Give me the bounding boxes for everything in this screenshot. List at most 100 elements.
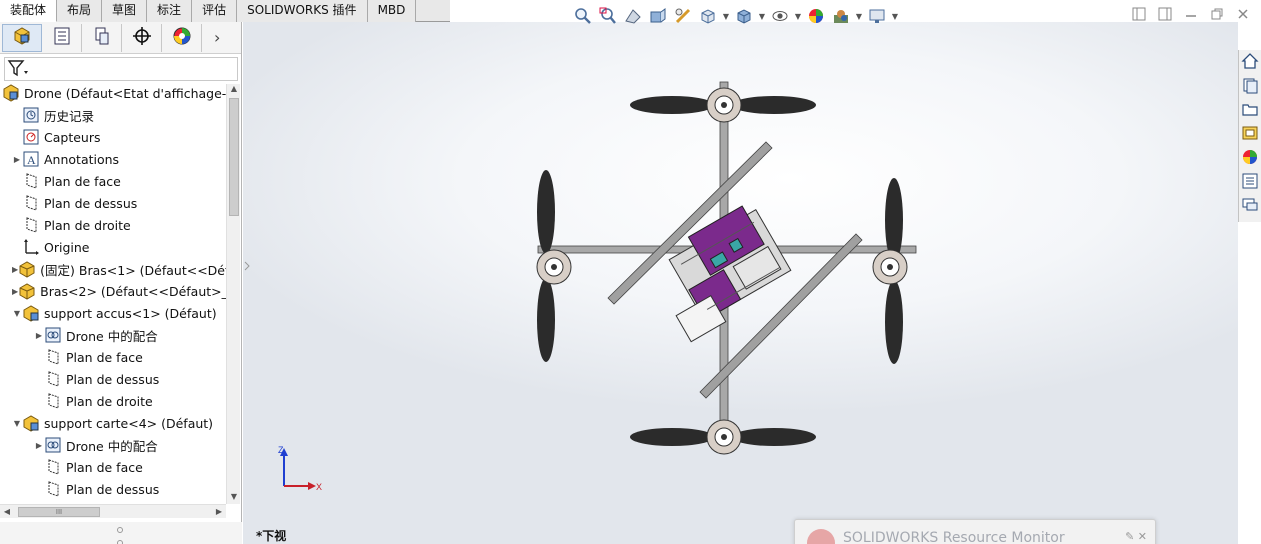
tree-item[interactable]: ▼ support carte<4> (Défaut): [0, 412, 226, 434]
hide-show-items-icon[interactable]: [769, 5, 791, 27]
chevron-right-icon[interactable]: ›: [214, 28, 220, 47]
history-icon: [22, 106, 40, 124]
feature-manager-tab[interactable]: [2, 23, 42, 52]
panel-right-icon[interactable]: [1157, 6, 1173, 22]
minimize-icon[interactable]: [1183, 6, 1199, 22]
part-icon: [18, 260, 36, 278]
panel-resize-grip-icon[interactable]: [0, 522, 242, 544]
home-icon[interactable]: [1239, 50, 1261, 72]
property-manager-tab[interactable]: [42, 23, 82, 52]
edit-appearance-icon[interactable]: [805, 5, 827, 27]
dimxpert-manager-tab[interactable]: [122, 23, 162, 52]
tree-item[interactable]: Plan de dessus: [0, 192, 226, 214]
tree-item[interactable]: Plan de dessus: [0, 478, 226, 500]
collapse-arrow-icon[interactable]: ▼: [12, 419, 22, 428]
tree-item[interactable]: ▶ (固定) Bras<1> (Défaut<<Défa: [0, 258, 226, 280]
previous-view-icon[interactable]: [622, 5, 644, 27]
feature-manager-panel: › Drone (Défaut<Etat d'affichage-1 历史记录 Ca…: [0, 22, 242, 544]
chevron-down-icon[interactable]: ▼: [855, 12, 863, 21]
tab-markup[interactable]: 标注: [147, 0, 193, 22]
display-manager-icon: [172, 26, 192, 49]
zoom-to-fit-icon[interactable]: [572, 5, 594, 27]
tab-evaluate[interactable]: 评估: [192, 0, 238, 22]
tree-item[interactable]: Plan de face: [0, 346, 226, 368]
tree-item[interactable]: ▶ A Annotations: [0, 148, 226, 170]
close-icon[interactable]: [1235, 6, 1251, 22]
apply-scene-icon[interactable]: [830, 5, 852, 27]
panel-left-icon[interactable]: [1131, 6, 1147, 22]
plane-icon: [22, 194, 40, 212]
chevron-down-icon[interactable]: ▼: [794, 12, 802, 21]
resource-monitor-notification[interactable]: SOLIDWORKS Resource Monitor ✎ ✕: [794, 519, 1156, 544]
configuration-manager-tab[interactable]: [82, 23, 122, 52]
tree-horizontal-scrollbar[interactable]: ◀ III ▶: [0, 504, 226, 518]
appearances-scenes-icon[interactable]: [1239, 146, 1261, 168]
tab-mbd[interactable]: MBD: [367, 0, 417, 22]
property-manager-icon: [52, 26, 72, 49]
panel-footer: [0, 522, 242, 544]
horizontal-scroll-thumb[interactable]: III: [18, 507, 100, 517]
custom-properties-icon[interactable]: [1239, 170, 1261, 192]
expand-arrow-icon[interactable]: ▶: [34, 441, 44, 450]
tree-item[interactable]: Capteurs: [0, 126, 226, 148]
document-window-controls: [1131, 6, 1251, 22]
zoom-to-area-icon[interactable]: [597, 5, 619, 27]
view-orientation-icon[interactable]: [697, 5, 719, 27]
scroll-right-icon[interactable]: ▶: [212, 505, 226, 519]
tree-item[interactable]: Origine: [0, 236, 226, 258]
display-style-icon[interactable]: [733, 5, 755, 27]
tree-item-label: (固定) Bras<1> (Défaut<<Défa: [40, 262, 226, 278]
tab-assembly[interactable]: 装配体: [0, 0, 58, 22]
tree-filter[interactable]: [4, 57, 238, 81]
view-palette-icon[interactable]: [1239, 122, 1261, 144]
coordinate-triad: Z X: [278, 445, 322, 492]
tree-item-label: support accus<1> (Défaut): [44, 305, 217, 321]
file-explorer-icon[interactable]: [1239, 98, 1261, 120]
tree-item[interactable]: ▶ Bras<2> (Défaut<<Défaut>_E: [0, 280, 226, 302]
tree-item-label: Plan de droite: [44, 217, 131, 233]
dynamic-annotation-views-icon[interactable]: [672, 5, 694, 27]
tree-item[interactable]: Plan de face: [0, 456, 226, 478]
pin-icon[interactable]: ✎ ✕: [1125, 530, 1147, 543]
tree-item[interactable]: ▶ Drone 中的配合: [0, 434, 226, 456]
subassembly-icon: [22, 304, 40, 322]
tree-item[interactable]: Plan de droite: [0, 390, 226, 412]
forum-icon[interactable]: [1239, 194, 1261, 216]
tree-item-label: Drone 中的配合: [66, 438, 158, 454]
drone-model-view[interactable]: [520, 70, 940, 470]
triad-x-label: X: [316, 482, 322, 492]
vertical-scroll-thumb[interactable]: [229, 98, 239, 216]
filter-icon[interactable]: [7, 59, 29, 80]
plane-icon: [22, 216, 40, 234]
tree-item[interactable]: Plan de face: [0, 170, 226, 192]
design-library-icon[interactable]: [1239, 74, 1261, 96]
display-manager-tab[interactable]: [162, 23, 202, 52]
tree-vertical-scrollbar[interactable]: ▲ ▼: [226, 84, 240, 504]
scroll-left-icon[interactable]: ◀: [0, 505, 14, 519]
svg-text:A: A: [27, 153, 36, 167]
tab-sketch[interactable]: 草图: [102, 0, 148, 22]
tree-item-label: Plan de face: [66, 349, 143, 365]
scroll-up-icon[interactable]: ▲: [227, 84, 241, 96]
panel-splitter-grip-icon[interactable]: [243, 256, 251, 276]
tree-item-label: Drone (Défaut<Etat d'affichage-1: [24, 85, 226, 101]
view-settings-icon[interactable]: [866, 5, 888, 27]
expand-arrow-icon[interactable]: ▶: [12, 155, 22, 164]
tree-item[interactable]: Plan de droite: [0, 214, 226, 236]
scroll-down-icon[interactable]: ▼: [227, 492, 241, 504]
chevron-down-icon[interactable]: ▼: [722, 12, 730, 21]
tree-item[interactable]: ▼ support accus<1> (Défaut): [0, 302, 226, 324]
chevron-down-icon[interactable]: ▼: [758, 12, 766, 21]
tree-item[interactable]: ▶ Drone 中的配合: [0, 324, 226, 346]
tab-solidworks-addins[interactable]: SOLIDWORKS 插件: [237, 0, 368, 22]
tree-item[interactable]: Plan de dessus: [0, 368, 226, 390]
chevron-down-icon[interactable]: ▼: [891, 12, 899, 21]
tree-item[interactable]: 历史记录: [0, 104, 226, 126]
collapse-arrow-icon[interactable]: ▼: [12, 309, 22, 318]
tree-item[interactable]: Drone (Défaut<Etat d'affichage-1: [0, 82, 226, 104]
expand-arrow-icon[interactable]: ▶: [34, 331, 44, 340]
tree-item-label: Bras<2> (Défaut<<Défaut>_E: [40, 283, 226, 299]
restore-icon[interactable]: [1209, 6, 1225, 22]
tab-layout[interactable]: 布局: [57, 0, 103, 22]
section-view-icon[interactable]: [647, 5, 669, 27]
